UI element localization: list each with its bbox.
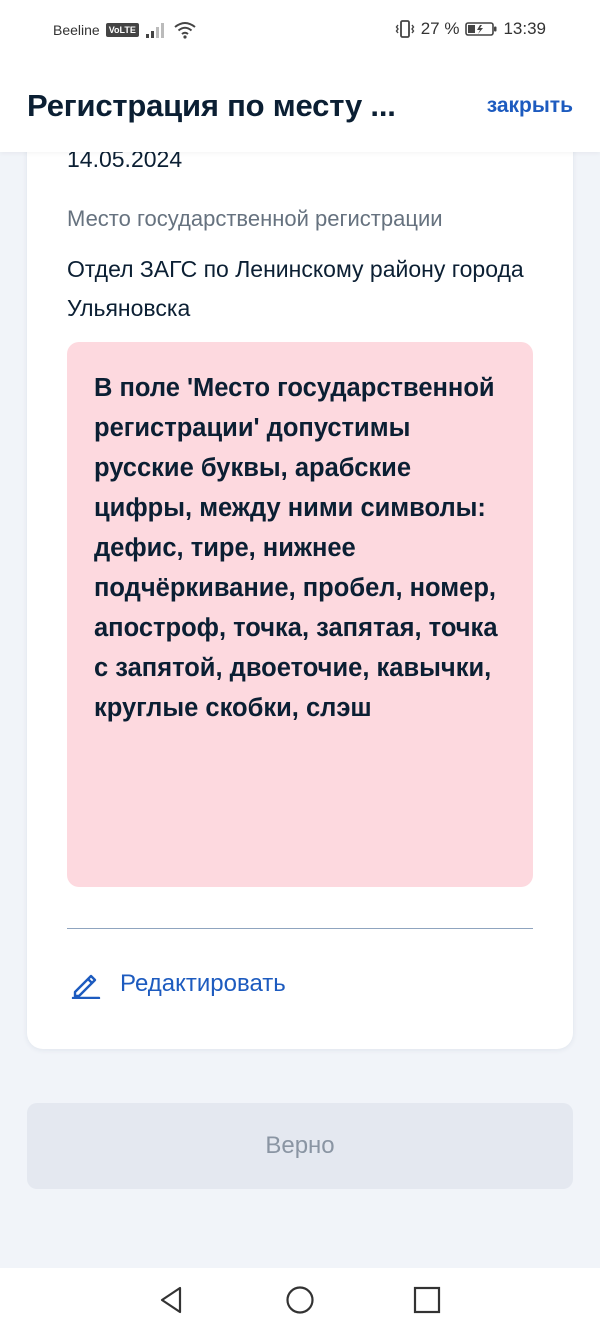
status-bar-right: 27 % 13:39: [395, 17, 546, 41]
close-button[interactable]: закрыть: [487, 94, 573, 118]
confirm-button[interactable]: Верно: [27, 1103, 573, 1189]
nav-back-icon[interactable]: [156, 1284, 188, 1316]
signal-bars-icon: [145, 23, 164, 38]
registration-place-value: Отдел ЗАГС по Ленинскому району города У…: [67, 256, 524, 321]
review-card: 14.05.2024 Место государственной регистр…: [27, 100, 573, 1049]
clock: 13:39: [503, 19, 546, 38]
pencil-icon: [71, 974, 101, 999]
edit-button-label: Редактировать: [120, 970, 286, 997]
registration-place-label: Место государственной регистрации: [67, 206, 443, 231]
divider: [67, 928, 533, 929]
status-bar: Beeline VoLTE 27 % 13:39: [0, 0, 600, 60]
battery-percent: 27 %: [420, 19, 460, 38]
page-title: Регистрация по месту ...: [27, 88, 396, 123]
vibrate-icon: [395, 20, 415, 38]
status-bar-left: Beeline VoLTE: [53, 19, 197, 41]
system-nav-bar: [0, 1268, 600, 1332]
error-message-box: В поле 'Место государственной регистраци…: [67, 342, 533, 887]
wifi-icon: [174, 22, 196, 39]
carrier-name: Beeline: [53, 22, 100, 38]
app-header: Регистрация по месту ... закрыть: [0, 60, 600, 152]
edit-button[interactable]: Редактировать: [71, 969, 286, 999]
volte-badge: VoLTE: [105, 23, 139, 37]
error-message-text: В поле 'Место государственной регистраци…: [94, 374, 498, 722]
nav-recents-icon[interactable]: [411, 1284, 443, 1316]
battery-icon: [465, 22, 497, 36]
nav-home-icon[interactable]: [284, 1284, 316, 1316]
